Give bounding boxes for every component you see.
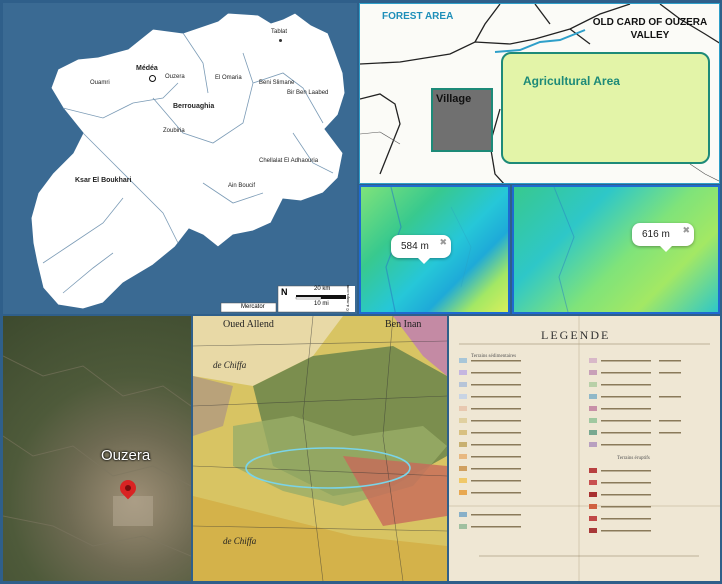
town-label: Chellalat El Adhaouria [259, 158, 319, 164]
old-map-title: OLD CARD OF OUZERA VALLEY [592, 17, 708, 41]
close-icon[interactable]: ✖ [682, 225, 690, 236]
map-credit: © d-maps.com [345, 284, 350, 311]
close-icon[interactable]: ✖ [439, 237, 447, 248]
projection-label: Mercator [241, 304, 265, 310]
town-label: El Omaria [215, 75, 242, 81]
elevation-map-left: 584 m ✖ [359, 185, 510, 314]
town-label: Tablat [271, 29, 288, 35]
geo-label: Oued Allend [223, 319, 274, 330]
geo-label: de Chiffa [223, 536, 257, 546]
place-label: Ouzera [101, 447, 151, 464]
geo-label: Ben Inan [385, 319, 422, 330]
north-arrow-icon: N [281, 287, 288, 297]
town-label: Zoubiria [163, 128, 185, 134]
elevation-value: 584 m [401, 241, 429, 252]
town-label: Beni Slimane [259, 80, 295, 86]
elevation-tooltip: 584 m ✖ [391, 235, 451, 264]
agricultural-area: Agricultural Area [501, 52, 710, 164]
satellite-panel: Ouzera [3, 316, 191, 581]
agricultural-area-label: Agricultural Area [523, 74, 620, 88]
town-label: Ouamri [90, 80, 110, 86]
scale-km-label: 20 km [314, 286, 331, 292]
village-area: Village [431, 88, 493, 152]
geo-label: de Chiffa [213, 360, 247, 370]
relief-map-panel: Tablat Médéa Ouamri Ouzera El Omaria Ben… [3, 3, 357, 314]
town-label: Ksar El Boukhari [75, 177, 132, 184]
old-map-panel: FOREST AREA OLD CARD OF OUZERA VALLEY Vi… [359, 3, 720, 184]
town-label: Médéa [136, 65, 158, 72]
town-label: Ouzera [165, 74, 185, 80]
elevation-map-right: 616 m ✖ [512, 185, 720, 314]
forest-area-label: FOREST AREA [382, 11, 454, 22]
legend-swatches [449, 316, 720, 581]
legend-panel: LEGENDE Terrains sédimentaires Terrains … [449, 316, 720, 581]
village-label: Village [436, 93, 472, 105]
elevation-texture [553, 187, 575, 312]
town-label: Bir Ben Laabed [287, 90, 329, 96]
town-dot [279, 39, 282, 42]
satellite-texture [3, 355, 191, 557]
geologic-map-panel: Oued Allend Ben Inan de Chiffa de Chiffa [193, 316, 447, 581]
town-label: Ain Boucif [228, 183, 256, 189]
elevation-tooltip: 616 m ✖ [632, 223, 694, 252]
capital-marker-icon [149, 75, 156, 82]
town-label: Berrouaghia [173, 103, 215, 110]
scale-mi-label: 10 mi [314, 301, 329, 307]
elevation-value: 616 m [642, 229, 670, 240]
